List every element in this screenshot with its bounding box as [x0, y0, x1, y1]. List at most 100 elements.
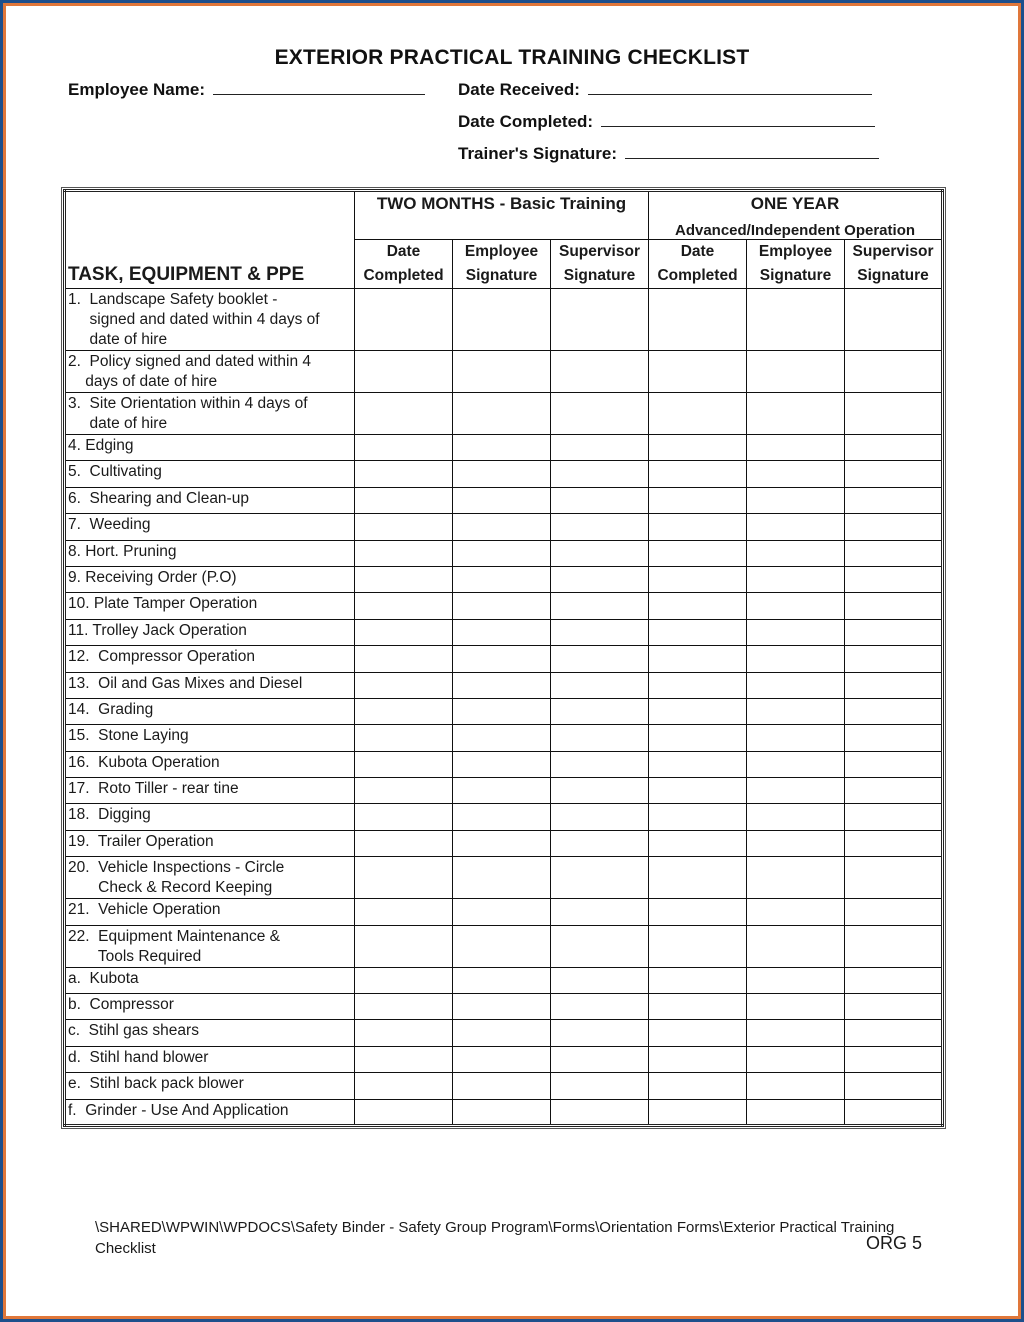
signoff-cell[interactable]	[452, 1019, 551, 1047]
signoff-cell[interactable]	[354, 486, 453, 515]
signoff-cell[interactable]	[550, 460, 649, 488]
signoff-cell[interactable]	[843, 966, 944, 995]
signoff-cell[interactable]	[843, 618, 944, 647]
signoff-cell[interactable]	[452, 697, 551, 726]
signoff-cell[interactable]	[452, 1072, 551, 1100]
signoff-cell[interactable]	[648, 1019, 747, 1047]
signoff-cell[interactable]	[452, 486, 551, 515]
signoff-cell[interactable]	[354, 288, 453, 351]
signoff-cell[interactable]	[452, 592, 551, 620]
signoff-cell[interactable]	[452, 924, 551, 968]
signoff-cell[interactable]	[648, 803, 747, 831]
signoff-cell[interactable]	[550, 592, 649, 620]
signoff-cell[interactable]	[843, 1019, 944, 1047]
signoff-cell[interactable]	[354, 350, 453, 393]
signoff-cell[interactable]	[648, 966, 747, 995]
signoff-cell[interactable]	[354, 645, 453, 673]
signoff-cell[interactable]	[648, 460, 747, 488]
signoff-cell[interactable]	[746, 618, 845, 647]
signoff-cell[interactable]	[746, 724, 845, 752]
signoff-cell[interactable]	[746, 803, 845, 831]
signoff-cell[interactable]	[550, 803, 649, 831]
signoff-cell[interactable]	[648, 777, 747, 805]
signoff-cell[interactable]	[648, 724, 747, 752]
signoff-cell[interactable]	[354, 966, 453, 995]
signoff-cell[interactable]	[648, 671, 747, 699]
signoff-cell[interactable]	[550, 513, 649, 541]
signoff-cell[interactable]	[354, 433, 453, 462]
signoff-cell[interactable]	[648, 350, 747, 393]
signoff-cell[interactable]	[452, 993, 551, 1021]
signoff-cell[interactable]	[648, 618, 747, 647]
signoff-cell[interactable]	[452, 460, 551, 488]
signoff-cell[interactable]	[550, 645, 649, 673]
signoff-cell[interactable]	[648, 645, 747, 673]
signoff-cell[interactable]	[550, 829, 649, 858]
signoff-cell[interactable]	[550, 1098, 649, 1126]
signoff-cell[interactable]	[648, 486, 747, 515]
signoff-cell[interactable]	[746, 433, 845, 462]
signoff-cell[interactable]	[550, 1019, 649, 1047]
signoff-cell[interactable]	[550, 750, 649, 779]
signoff-cell[interactable]	[550, 486, 649, 515]
signoff-cell[interactable]	[843, 829, 944, 858]
date-completed-input[interactable]	[601, 110, 876, 127]
signoff-cell[interactable]	[550, 288, 649, 351]
signoff-cell[interactable]	[746, 671, 845, 699]
signoff-cell[interactable]	[550, 350, 649, 393]
signoff-cell[interactable]	[648, 1098, 747, 1126]
signoff-cell[interactable]	[354, 829, 453, 858]
signoff-cell[interactable]	[452, 539, 551, 567]
signoff-cell[interactable]	[354, 1072, 453, 1100]
signoff-cell[interactable]	[746, 350, 845, 393]
signoff-cell[interactable]	[354, 392, 453, 435]
signoff-cell[interactable]	[843, 1045, 944, 1074]
signoff-cell[interactable]	[452, 898, 551, 926]
signoff-cell[interactable]	[746, 829, 845, 858]
signoff-cell[interactable]	[354, 924, 453, 968]
signoff-cell[interactable]	[648, 288, 747, 351]
signoff-cell[interactable]	[354, 539, 453, 567]
signoff-cell[interactable]	[746, 539, 845, 567]
signoff-cell[interactable]	[648, 856, 747, 900]
signoff-cell[interactable]	[452, 966, 551, 995]
signoff-cell[interactable]	[648, 924, 747, 968]
signoff-cell[interactable]	[354, 898, 453, 926]
signoff-cell[interactable]	[452, 1045, 551, 1074]
signoff-cell[interactable]	[843, 750, 944, 779]
signoff-cell[interactable]	[452, 618, 551, 647]
signoff-cell[interactable]	[648, 392, 747, 435]
signoff-cell[interactable]	[843, 592, 944, 620]
signoff-cell[interactable]	[746, 288, 845, 351]
signoff-cell[interactable]	[354, 592, 453, 620]
signoff-cell[interactable]	[550, 924, 649, 968]
signoff-cell[interactable]	[452, 565, 551, 594]
signoff-cell[interactable]	[843, 697, 944, 726]
date-received-input[interactable]	[587, 78, 872, 95]
signoff-cell[interactable]	[648, 433, 747, 462]
signoff-cell[interactable]	[452, 671, 551, 699]
employee-name-input[interactable]	[213, 78, 425, 95]
signoff-cell[interactable]	[746, 392, 845, 435]
signoff-cell[interactable]	[550, 724, 649, 752]
signoff-cell[interactable]	[452, 350, 551, 393]
signoff-cell[interactable]	[843, 724, 944, 752]
signoff-cell[interactable]	[354, 1019, 453, 1047]
signoff-cell[interactable]	[843, 993, 944, 1021]
signoff-cell[interactable]	[746, 1045, 845, 1074]
signoff-cell[interactable]	[843, 565, 944, 594]
signoff-cell[interactable]	[550, 618, 649, 647]
signoff-cell[interactable]	[746, 513, 845, 541]
signoff-cell[interactable]	[843, 392, 944, 435]
signoff-cell[interactable]	[843, 288, 944, 351]
signoff-cell[interactable]	[452, 856, 551, 900]
signoff-cell[interactable]	[452, 288, 551, 351]
signoff-cell[interactable]	[843, 433, 944, 462]
signoff-cell[interactable]	[843, 1098, 944, 1126]
signoff-cell[interactable]	[746, 565, 845, 594]
signoff-cell[interactable]	[746, 966, 845, 995]
signoff-cell[interactable]	[746, 486, 845, 515]
signoff-cell[interactable]	[354, 513, 453, 541]
signoff-cell[interactable]	[746, 460, 845, 488]
signoff-cell[interactable]	[648, 993, 747, 1021]
